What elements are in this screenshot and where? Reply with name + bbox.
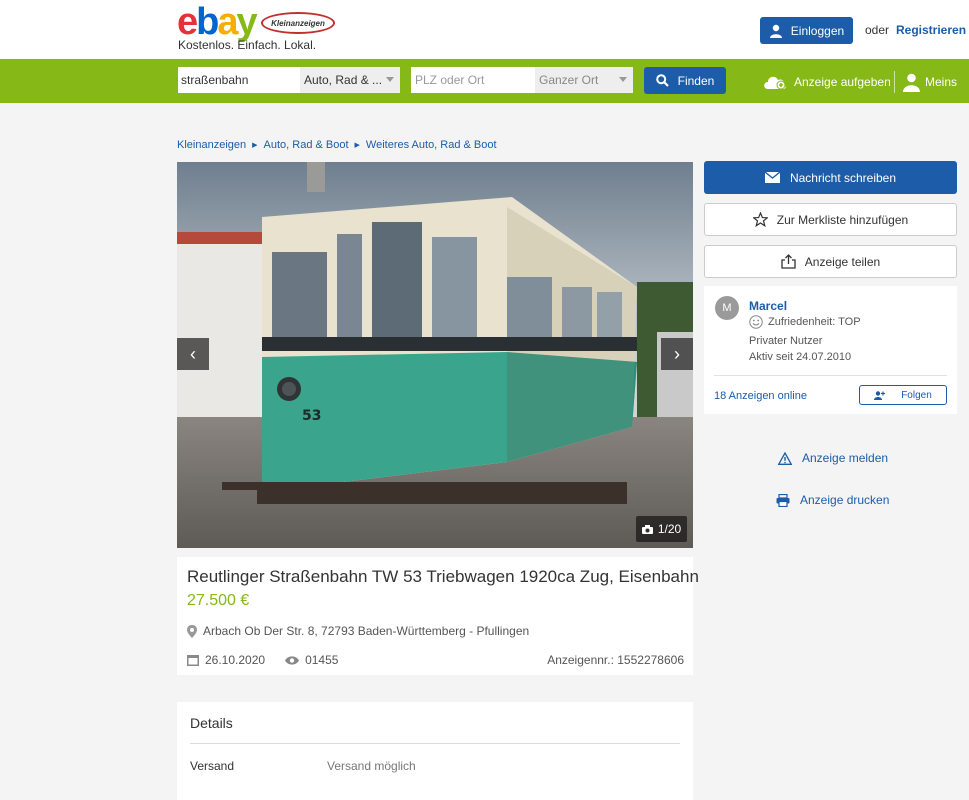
details-divider bbox=[190, 743, 680, 744]
ad-views: 01455 bbox=[285, 653, 338, 667]
seller-rating-text: Zufriedenheit: TOP bbox=[768, 316, 861, 328]
gallery-next-button[interactable]: › bbox=[661, 338, 693, 370]
or-text: oder bbox=[865, 23, 890, 37]
seller-card: M Marcel Zufriedenheit: TOP Privater Nut… bbox=[704, 286, 957, 414]
chevron-down-icon bbox=[619, 77, 627, 82]
breadcrumb-separator-icon: ▶ bbox=[252, 142, 258, 149]
radius-value: Ganzer Ort bbox=[539, 73, 599, 87]
report-ad-link[interactable]: Anzeige melden bbox=[778, 451, 888, 465]
breadcrumb-item-subcategory[interactable]: Weiteres Auto, Rad & Boot bbox=[366, 139, 497, 151]
account-menu[interactable]: Meins bbox=[903, 72, 957, 92]
register-link[interactable]: Registrieren bbox=[896, 23, 966, 37]
location-pin-icon bbox=[187, 624, 197, 638]
post-ad-button[interactable]: Anzeige aufgeben bbox=[762, 72, 891, 92]
details-value-shipping: Versand möglich bbox=[327, 759, 416, 773]
smiley-icon bbox=[749, 315, 763, 329]
breadcrumb-item-category[interactable]: Auto, Rad & Boot bbox=[264, 139, 349, 151]
ad-title: Reutlinger Straßenbahn TW 53 Triebwagen … bbox=[187, 567, 699, 586]
print-ad-link[interactable]: Anzeige drucken bbox=[776, 493, 889, 507]
ad-info-card: Reutlinger Straßenbahn TW 53 Triebwagen … bbox=[177, 557, 699, 675]
warning-icon bbox=[778, 451, 792, 465]
tram-number-label: 53 bbox=[302, 408, 321, 424]
kleinanzeigen-badge: Kleinanzeigen bbox=[261, 12, 335, 34]
breadcrumb-separator-icon: ▶ bbox=[354, 142, 360, 149]
radius-select[interactable]: Ganzer Ort bbox=[535, 67, 633, 93]
image-counter-text: 1/20 bbox=[657, 522, 682, 536]
category-value: Auto, Rad & ... bbox=[304, 73, 383, 87]
header-divider bbox=[894, 71, 895, 93]
location-input[interactable] bbox=[411, 67, 535, 93]
user-icon bbox=[769, 24, 782, 38]
details-title: Details bbox=[190, 715, 233, 731]
report-ad-label: Anzeige melden bbox=[802, 451, 889, 465]
details-key-shipping: Versand bbox=[190, 759, 235, 773]
chevron-left-icon: ‹ bbox=[190, 343, 196, 364]
find-label: Finden bbox=[677, 73, 715, 88]
search-input[interactable] bbox=[178, 67, 300, 93]
write-message-label: Nachricht schreiben bbox=[789, 170, 897, 185]
post-ad-label: Anzeige aufgeben bbox=[794, 75, 891, 89]
print-ad-label: Anzeige drucken bbox=[800, 493, 890, 507]
follow-label: Folgen bbox=[901, 389, 932, 401]
seller-ads-link[interactable]: 18 Anzeigen online bbox=[714, 390, 807, 402]
login-label: Einloggen bbox=[790, 23, 845, 38]
seller-active-since: Aktiv seit 24.07.2010 bbox=[749, 351, 852, 363]
tagline: Kostenlos. Einfach. Lokal. bbox=[178, 38, 317, 52]
tram-photo: 53 bbox=[177, 162, 693, 548]
ad-meta: 26.10.2020 01455 Anzeigennr.: 1552278606 bbox=[187, 653, 684, 667]
seller-name[interactable]: Marcel bbox=[749, 299, 787, 313]
ad-location: Arbach Ob Der Str. 8, 72793 Baden-Württe… bbox=[187, 624, 529, 638]
calendar-icon bbox=[187, 655, 199, 666]
find-button[interactable]: Finden bbox=[644, 67, 726, 94]
gallery-prev-button[interactable]: ‹ bbox=[177, 338, 209, 370]
add-to-watchlist-button[interactable]: Zur Merkliste hinzufügen bbox=[704, 203, 957, 236]
star-icon bbox=[752, 212, 768, 227]
image-gallery[interactable]: 53 ‹ › 1/20 bbox=[177, 162, 693, 548]
share-ad-button[interactable]: Anzeige teilen bbox=[704, 245, 957, 278]
eye-icon bbox=[285, 655, 300, 665]
seller-rating: Zufriedenheit: TOP bbox=[749, 315, 861, 329]
category-select[interactable]: Auto, Rad & ... bbox=[300, 67, 400, 93]
share-icon bbox=[781, 254, 796, 269]
ad-views-text: 01455 bbox=[305, 653, 339, 667]
breadcrumb-item-home[interactable]: Kleinanzeigen bbox=[177, 139, 246, 151]
image-counter: 1/20 bbox=[636, 516, 687, 542]
user-icon bbox=[903, 73, 920, 92]
ad-date: 26.10.2020 bbox=[187, 653, 265, 667]
seller-divider bbox=[714, 375, 947, 376]
account-label: Meins bbox=[925, 75, 958, 89]
add-to-watchlist-label: Zur Merkliste hinzufügen bbox=[776, 212, 909, 227]
login-button[interactable]: Einloggen bbox=[760, 17, 853, 44]
ebay-logo-text: ebay bbox=[177, 1, 258, 43]
ad-location-text: Arbach Ob Der Str. 8, 72793 Baden-Württe… bbox=[203, 624, 530, 638]
avatar: M bbox=[715, 296, 739, 320]
seller-type: Privater Nutzer bbox=[749, 335, 823, 347]
chevron-down-icon bbox=[386, 77, 394, 82]
write-message-button[interactable]: Nachricht schreiben bbox=[704, 161, 957, 194]
camera-icon bbox=[641, 524, 653, 534]
add-user-icon bbox=[874, 390, 886, 400]
envelope-icon bbox=[764, 172, 780, 183]
ad-number: Anzeigennr.: 1552278606 bbox=[547, 653, 684, 667]
chevron-right-icon: › bbox=[674, 343, 680, 364]
cloud-plus-icon bbox=[764, 76, 786, 90]
details-card: Details Versand Versand möglich bbox=[177, 702, 693, 800]
ad-price: 27.500 € bbox=[187, 592, 250, 609]
search-bar: Auto, Rad & ... Ganzer Ort Finden Anzeig… bbox=[0, 59, 969, 103]
share-ad-label: Anzeige teilen bbox=[804, 254, 881, 269]
ebay-kleinanzeigen-logo[interactable]: ebay Kleinanzeigen bbox=[177, 1, 335, 43]
ad-date-text: 26.10.2020 bbox=[205, 653, 266, 667]
breadcrumb: Kleinanzeigen ▶ Auto, Rad & Boot ▶ Weite… bbox=[177, 139, 497, 151]
search-icon bbox=[655, 74, 669, 87]
top-header: ebay Kleinanzeigen Kostenlos. Einfach. L… bbox=[0, 0, 969, 59]
follow-button[interactable]: Folgen bbox=[859, 385, 947, 405]
printer-icon bbox=[776, 493, 790, 507]
